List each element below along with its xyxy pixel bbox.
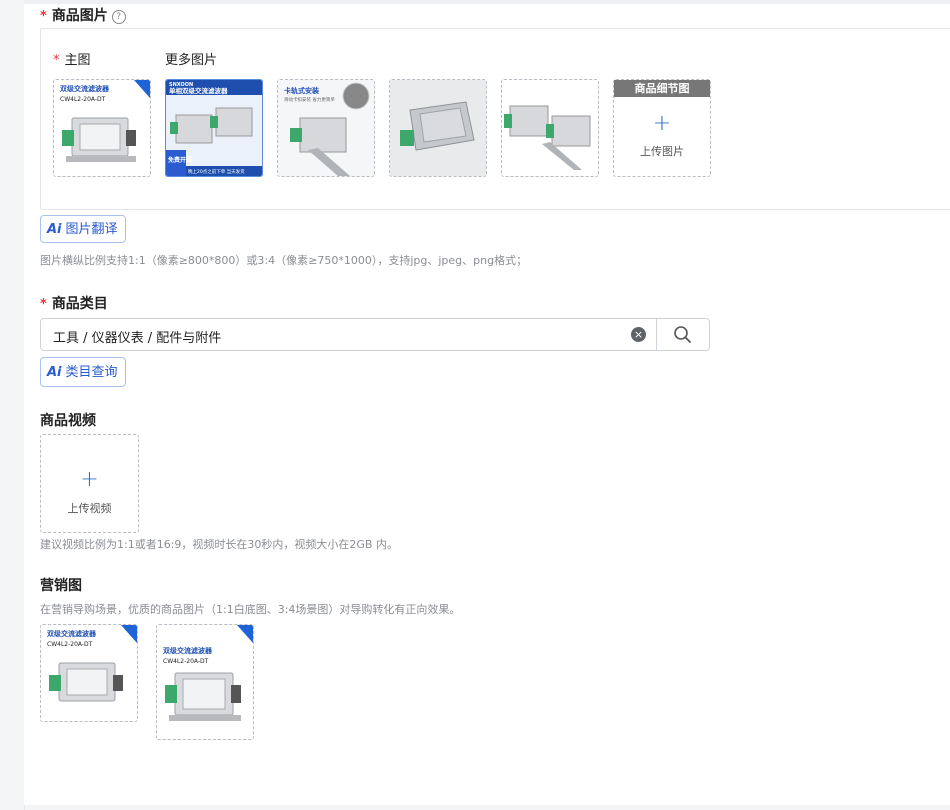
- filter-product-image: 卡轨式安装 滑动卡扣安装 省力更简单: [278, 80, 374, 176]
- thumb-badge: 免费开票: [168, 156, 192, 164]
- required-mark: *: [53, 53, 60, 68]
- category-query-button[interactable]: Ai 类目查询: [40, 357, 126, 387]
- category-input[interactable]: 工具 / 仪器仪表 / 配件与附件 ×: [40, 318, 710, 351]
- ai-icon: Ai: [47, 222, 62, 237]
- required-mark: *: [40, 297, 47, 312]
- left-gutter: [0, 0, 25, 810]
- marketing-square-image[interactable]: 双级交流滤波器 CW4L2-20A-DT: [40, 624, 138, 722]
- detail-image-upload[interactable]: 商品细节图 + 上传图片: [613, 79, 711, 177]
- thumb-model: CW4L2-20A-DT: [60, 96, 106, 103]
- thumb-model: CW4L2-20A-DT: [163, 658, 209, 665]
- upload-video-text: 上传视频: [67, 502, 112, 515]
- thumb-banner: 双级交流滤波器: [60, 84, 110, 93]
- more-image-thumb[interactable]: [389, 79, 487, 177]
- image-format-hint: 图片横纵比例支持1:1（像素≥800*800）或3:4（像素≥750*1000）…: [40, 254, 528, 267]
- thumb-sub: 滑动卡扣安装 省力更简单: [284, 96, 335, 103]
- thumb-banner: 卡轨式安装: [284, 86, 319, 95]
- image-upload-panel: * 主图 更多图片 双级交流滤波器 CW4L2-20A-DT SNXOON 单相…: [40, 28, 950, 210]
- main-image-title: 主图: [64, 53, 91, 68]
- plus-icon: +: [80, 467, 99, 492]
- filter-product-image: SNXOON 单相双级交流滤波器 免费开票 晚上20点之前下单 当天发货: [166, 80, 262, 176]
- ai-icon: Ai: [47, 365, 62, 380]
- main-image-label: * 主图: [53, 49, 91, 68]
- filter-product-image: 双级交流滤波器 CW4L2-20A-DT: [157, 625, 253, 739]
- product-images-label: * 商品图片?: [40, 5, 126, 25]
- more-image-thumb[interactable]: SNXOON 单相双级交流滤波器 免费开票 晚上20点之前下单 当天发货: [165, 79, 263, 177]
- more-image-thumb[interactable]: 卡轨式安装 滑动卡扣安装 省力更简单: [277, 79, 375, 177]
- category-label: * 商品类目: [40, 293, 108, 313]
- category-value: 工具 / 仪器仪表 / 配件与附件: [53, 331, 222, 346]
- category-title: 商品类目: [51, 296, 108, 312]
- clear-icon[interactable]: ×: [631, 327, 646, 342]
- category-search-button[interactable]: [656, 319, 710, 350]
- image-translate-button[interactable]: Ai 图片翻译: [40, 215, 126, 243]
- category-query-label: 类目查询: [65, 365, 118, 380]
- thumb-banner: 双级交流滤波器: [47, 629, 97, 638]
- top-divider: [24, 0, 950, 4]
- filter-product-image: [502, 80, 598, 176]
- detail-image-header: 商品细节图: [614, 80, 710, 97]
- thumb-model: CW4L2-20A-DT: [47, 641, 93, 648]
- main-image-thumb[interactable]: 双级交流滤波器 CW4L2-20A-DT: [53, 79, 151, 177]
- thumb-banner: 双级交流滤波器: [163, 646, 213, 655]
- filter-product-image: 双级交流滤波器 CW4L2-20A-DT: [54, 80, 150, 176]
- product-form: * 商品图片? * 主图 更多图片 双级交流滤波器 CW4L2-20A-DT S…: [24, 0, 950, 805]
- image-translate-label: 图片翻译: [65, 222, 118, 237]
- more-image-thumb[interactable]: [501, 79, 599, 177]
- marketing-portrait-image[interactable]: 双级交流滤波器 CW4L2-20A-DT: [156, 624, 254, 740]
- help-icon[interactable]: ?: [111, 10, 126, 24]
- required-mark: *: [40, 9, 47, 24]
- video-hint: 建议视频比例为1:1或者16:9，视频时长在30秒内，视频大小在2GB 内。: [40, 538, 398, 551]
- more-images-label: 更多图片: [165, 53, 218, 68]
- filter-product-image: [390, 80, 486, 176]
- marketing-label: 营销图: [40, 578, 82, 594]
- video-label: 商品视频: [40, 413, 96, 429]
- filter-product-image: 双级交流滤波器 CW4L2-20A-DT: [41, 625, 137, 721]
- product-images-title: 商品图片: [51, 8, 108, 24]
- search-icon: [674, 326, 691, 343]
- video-upload[interactable]: + 上传视频: [40, 434, 139, 533]
- marketing-hint: 在营销导购场景，优质的商品图片（1:1白底图、3:4场景图）对导购转化有正向效果…: [40, 603, 461, 616]
- plus-icon: +: [652, 111, 672, 136]
- thumb-banner: 单相双级交流滤波器: [169, 86, 228, 95]
- upload-image-text: 上传图片: [640, 145, 684, 158]
- thumb-footer: 晚上20点之前下单 当天发货: [188, 168, 245, 175]
